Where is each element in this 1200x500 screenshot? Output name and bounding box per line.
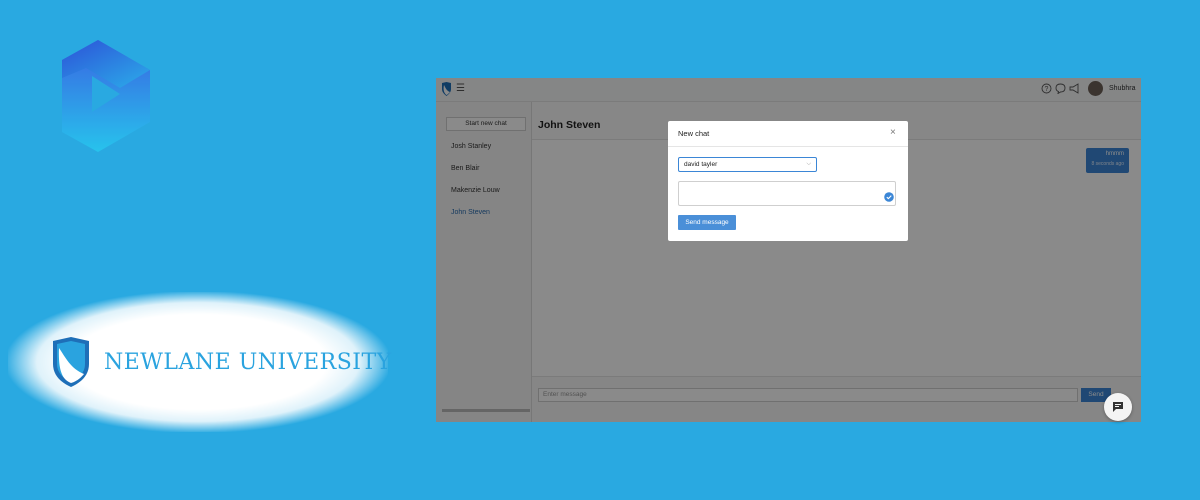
modal-divider	[668, 146, 908, 147]
chevron-down-icon: ⌵	[806, 161, 811, 167]
close-icon[interactable]: ×	[890, 127, 896, 138]
shield-logo-icon	[53, 337, 89, 387]
recipient-select[interactable]: david tayler ⌵	[678, 157, 817, 172]
chat-widget-icon	[1113, 402, 1123, 412]
chat-app-window: ☰ ? Shubhra Start new chat Josh Stanley …	[436, 78, 1141, 422]
new-chat-modal: New chat × david tayler ⌵ Send message	[668, 121, 908, 241]
chat-widget-button[interactable]	[1104, 393, 1132, 421]
recipient-value: david tayler	[684, 161, 718, 168]
play-triangle-logo-icon	[62, 40, 150, 152]
university-name: NEWLANE UNIVERSITY	[104, 350, 392, 375]
send-message-button[interactable]: Send message	[678, 215, 736, 230]
check-circle-icon	[884, 192, 894, 202]
modal-title: New chat	[678, 129, 710, 138]
message-textarea[interactable]	[678, 181, 896, 206]
